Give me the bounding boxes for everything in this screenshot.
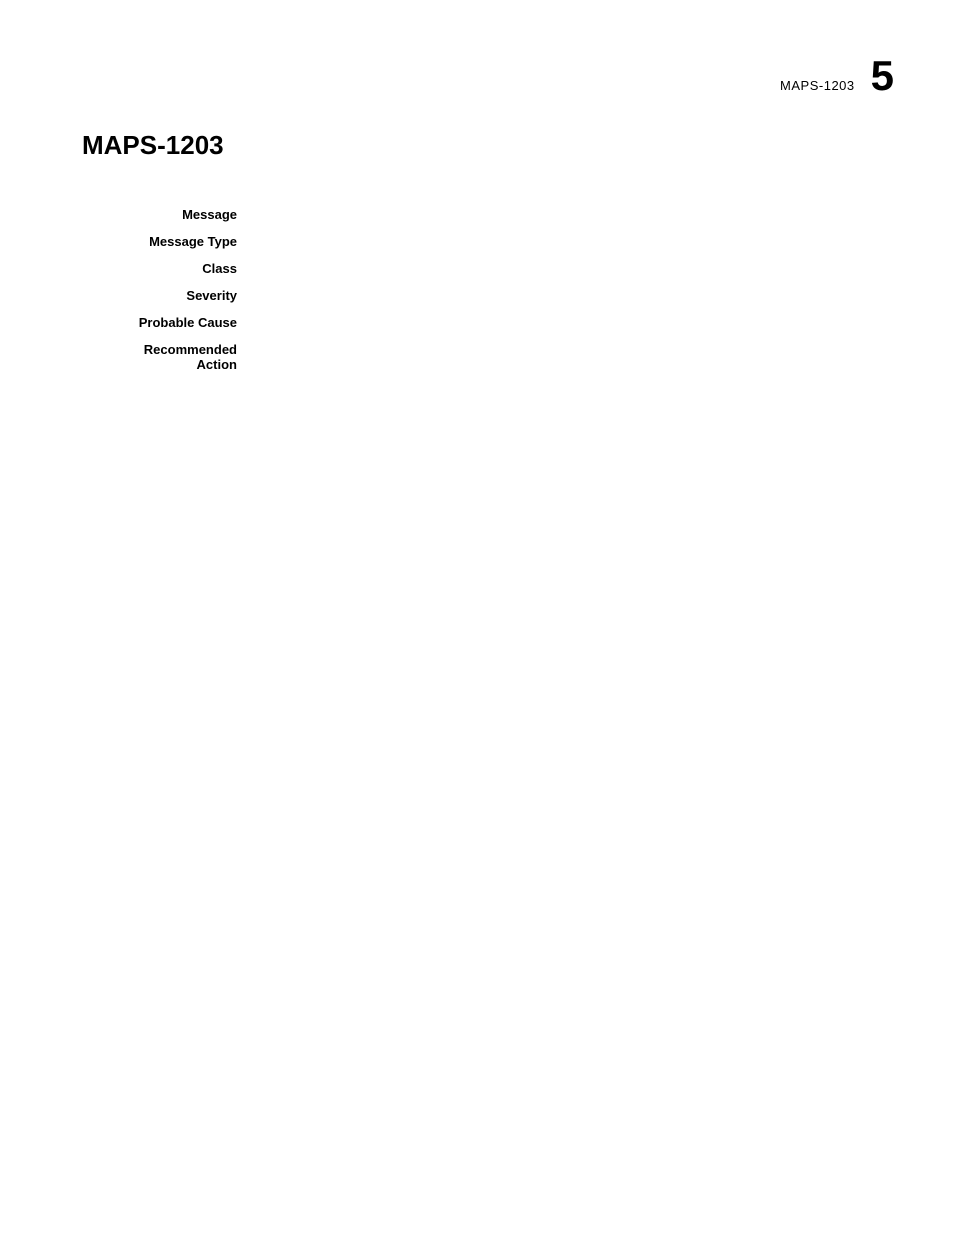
field-value-severity [257,282,874,309]
field-label-message: Message [82,201,257,228]
field-value-recommended-action [257,336,874,378]
page-header: MAPS-1203 5 [780,55,894,97]
field-label-recommended-action: RecommendedAction [82,336,257,378]
page-title: MAPS-1203 [82,130,874,161]
field-row-message-type: Message Type [82,228,874,255]
field-label-probable-cause: Probable Cause [82,309,257,336]
field-row-message: Message [82,201,874,228]
field-label-message-type: Message Type [82,228,257,255]
field-row-recommended-action: RecommendedAction [82,336,874,378]
field-value-message [257,201,874,228]
field-row-class: Class [82,255,874,282]
header-code: MAPS-1203 [780,78,855,93]
fields-table: Message Message Type Class Severity Prob… [82,201,874,378]
field-row-severity: Severity [82,282,874,309]
field-label-severity: Severity [82,282,257,309]
field-value-message-type [257,228,874,255]
field-label-class: Class [82,255,257,282]
field-value-probable-cause [257,309,874,336]
field-row-probable-cause: Probable Cause [82,309,874,336]
field-value-class [257,255,874,282]
header-page-number: 5 [871,55,894,97]
